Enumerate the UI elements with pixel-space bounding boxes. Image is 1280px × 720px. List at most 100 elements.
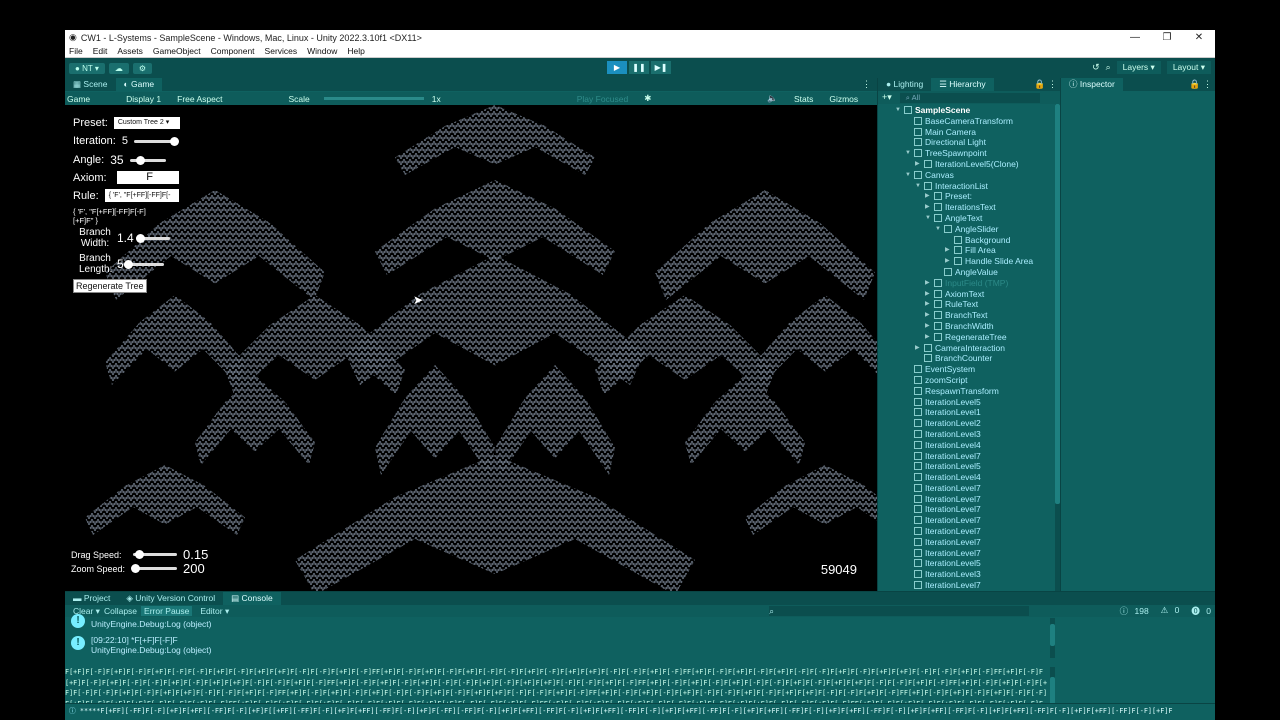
angle-slider-handle[interactable] (135, 155, 145, 165)
iteration-slider[interactable] (133, 136, 179, 146)
hierarchy-item[interactable]: Background (878, 235, 1058, 246)
hierarchy-item[interactable]: IterationLevel7 (878, 526, 1058, 537)
info-count-badge[interactable]: ⓘ 198 (1120, 605, 1149, 617)
hierarchy-item[interactable]: AngleValue (878, 267, 1058, 278)
hierarchy-item[interactable]: ▼ InteractionList (878, 181, 1058, 192)
display-dropdown[interactable]: Display 1 (124, 94, 161, 104)
tab-project[interactable]: ▬ Project (65, 592, 118, 605)
hierarchy-item[interactable]: ▶ Fill Area (878, 245, 1058, 256)
hierarchy-item[interactable]: IterationLevel7 (878, 515, 1058, 526)
rule-input[interactable]: { 'F', "F[+FF][-FF]F[- (104, 189, 179, 202)
collapse-arrow-icon[interactable]: ▶ (945, 245, 950, 256)
preset-dropdown[interactable]: Custom Tree 2 ▾ (113, 117, 180, 129)
zoom-speed-handle[interactable] (131, 564, 140, 573)
layout-dropdown[interactable]: Layout ▾ (1166, 61, 1211, 74)
menu-help[interactable]: Help (347, 46, 364, 56)
log-entry[interactable]: ! [09:22:10] *F[+F]F[-F]F UnityEngine.De… (65, 634, 1055, 658)
branch-length-slider[interactable] (123, 259, 164, 269)
hierarchy-item[interactable]: IterationLevel5 (878, 461, 1058, 472)
hierarchy-item[interactable]: IterationLevel4 (878, 472, 1058, 483)
collapse-arrow-icon[interactable]: ▶ (925, 278, 930, 289)
hierarchy-item[interactable]: ▼ SampleScene (878, 105, 1058, 116)
hierarchy-item[interactable]: ▶ Handle Slide Area (878, 256, 1058, 267)
hierarchy-item[interactable]: IterationLevel4 (878, 440, 1058, 451)
collapse-arrow-icon[interactable]: ▶ (925, 299, 930, 310)
expand-arrow-icon[interactable]: ▼ (895, 105, 901, 116)
hierarchy-item[interactable]: EventSystem (878, 364, 1058, 375)
expand-arrow-icon[interactable]: ▼ (935, 224, 941, 235)
lock-icon[interactable]: 🔒 ⋮ (1034, 79, 1061, 90)
tab-unity-version-control[interactable]: ◈ Unity Version Control (118, 592, 223, 605)
status-message[interactable]: *****F[+FF][-FF]F[-F][+F]F[+FF][-FF]F[-F… (80, 707, 1173, 715)
layers-dropdown[interactable]: Layers ▾ (1116, 61, 1161, 74)
hierarchy-item[interactable]: ▼ AngleSlider (878, 224, 1058, 235)
hierarchy-item[interactable]: IterationLevel7 (878, 494, 1058, 505)
hierarchy-item[interactable]: IterationLevel3 (878, 429, 1058, 440)
hierarchy-item[interactable]: IterationLevel5 (878, 558, 1058, 569)
hierarchy-item[interactable]: IterationLevel7 (878, 504, 1058, 515)
hierarchy-item[interactable]: ▼ AngleText (878, 213, 1058, 224)
hierarchy-item[interactable]: ▶ Preset: (878, 191, 1058, 202)
hierarchy-item[interactable]: IterationLevel1 (878, 407, 1058, 418)
collab-icon[interactable]: ⚙ (132, 62, 153, 74)
branch-length-slider-handle[interactable] (123, 259, 133, 269)
bug-icon[interactable]: ✱ (642, 93, 651, 104)
play-focused-dropdown[interactable]: Play Focused (575, 94, 629, 104)
search-icon[interactable]: ⌕ (1106, 62, 1111, 73)
hierarchy-item[interactable]: BranchCounter (878, 353, 1058, 364)
angle-slider[interactable] (129, 155, 166, 165)
hierarchy-item[interactable]: RespawnTransform (878, 386, 1058, 397)
minimize-button[interactable]: — (1119, 32, 1151, 43)
add-icon[interactable]: +▾ (882, 92, 892, 103)
hierarchy-item[interactable]: IterationLevel5 (878, 397, 1058, 408)
hierarchy-item[interactable]: ▶ BranchText (878, 310, 1058, 321)
hierarchy-item[interactable]: Directional Light (878, 137, 1058, 148)
hierarchy-item[interactable]: IterationLevel7 (878, 451, 1058, 462)
scale-slider[interactable] (323, 97, 424, 100)
log-list-scroll-thumb[interactable] (1050, 624, 1055, 646)
tab-hierarchy[interactable]: ☰ Hierarchy (931, 78, 994, 91)
expand-arrow-icon[interactable]: ▼ (925, 213, 931, 224)
tab-console[interactable]: ▤ Console (223, 592, 281, 605)
maximize-button[interactable]: ❐ (1151, 32, 1183, 43)
hierarchy-item[interactable]: ▶ BranchWidth (878, 321, 1058, 332)
expand-arrow-icon[interactable]: ▼ (915, 181, 921, 192)
hierarchy-item[interactable]: ▶ AxiomText (878, 289, 1058, 300)
menu-services[interactable]: Services (265, 46, 298, 56)
inspector-lock-icon[interactable]: 🔒 ⋮ (1189, 79, 1215, 90)
cloud-icon[interactable]: ☁ (108, 62, 129, 74)
console-search-input[interactable]: ⌕ (769, 606, 1030, 616)
log-entry[interactable]: ! UnityEngine.Debug:Log (object) (65, 614, 1055, 630)
collapse-arrow-icon[interactable]: ▶ (915, 343, 920, 354)
hierarchy-item[interactable]: ▶ IterationLevel5(Clone) (878, 159, 1058, 170)
drag-speed-slider[interactable] (133, 550, 177, 559)
collapse-arrow-icon[interactable]: ▶ (925, 332, 930, 343)
hierarchy-item[interactable]: BaseCameraTransform (878, 116, 1058, 127)
history-icon[interactable]: ↺ (1092, 62, 1100, 73)
hierarchy-item[interactable]: IterationLevel7 (878, 537, 1058, 548)
expand-arrow-icon[interactable]: ▼ (905, 170, 911, 181)
menu-assets[interactable]: Assets (117, 46, 143, 56)
editor-dropdown[interactable]: Editor ▾ (196, 606, 229, 617)
play-button[interactable]: ▶ (607, 61, 627, 74)
iteration-slider-handle[interactable] (169, 136, 179, 146)
branch-width-slider[interactable] (135, 233, 170, 243)
stats-button[interactable]: Stats (792, 94, 813, 104)
hierarchy-item[interactable]: ▶ InputField (TMP) (878, 278, 1058, 289)
close-button[interactable]: ✕ (1183, 32, 1215, 43)
hierarchy-item[interactable]: IterationLevel7 (878, 483, 1058, 494)
error-count-badge[interactable]: ⓿ 0 (1191, 605, 1211, 617)
collapse-arrow-icon[interactable]: ▶ (945, 256, 950, 267)
collapse-arrow-icon[interactable]: ▶ (915, 159, 920, 170)
account-button[interactable]: ● NT ▾ (69, 62, 105, 74)
hierarchy-item[interactable]: IterationLevel7 (878, 548, 1058, 559)
tab-scene[interactable]: ▦ Scene (65, 78, 116, 91)
hierarchy-item[interactable]: IterationLevel3 (878, 569, 1058, 580)
hierarchy-item[interactable]: ▶ RuleText (878, 299, 1058, 310)
hierarchy-item[interactable]: ▼ Canvas (878, 170, 1058, 181)
expand-arrow-icon[interactable]: ▼ (905, 148, 911, 159)
hierarchy-item[interactable]: IterationLevel7 (878, 580, 1058, 591)
regenerate-tree-button[interactable]: Regenerate Tree (73, 279, 147, 293)
hierarchy-item[interactable]: ▶ IterationsText (878, 202, 1058, 213)
hierarchy-item[interactable]: Main Camera (878, 127, 1058, 138)
